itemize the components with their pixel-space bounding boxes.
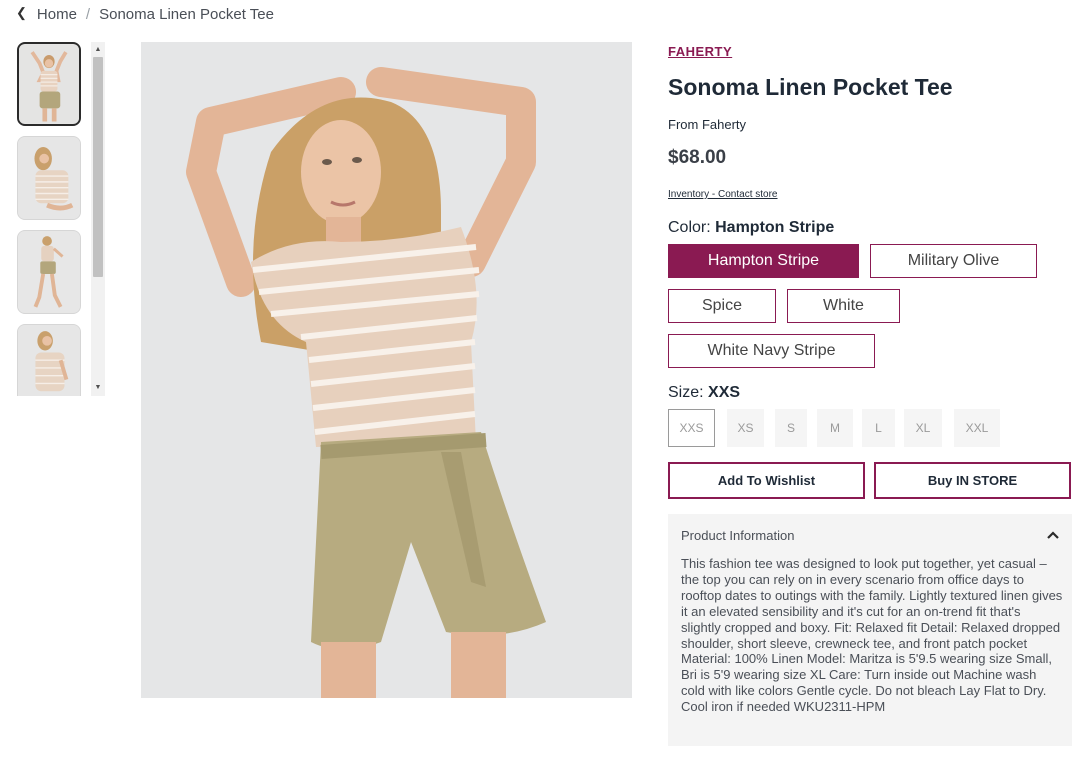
- add-to-wishlist-button[interactable]: Add To Wishlist: [668, 462, 865, 499]
- buy-in-store-button[interactable]: Buy IN STORE: [874, 462, 1071, 499]
- product-price: $68.00: [668, 147, 727, 168]
- thumbnail-list: [17, 42, 81, 396]
- size-label: Size: XXS: [668, 384, 740, 402]
- size-option-s[interactable]: S: [775, 409, 807, 447]
- breadcrumb-separator: /: [85, 5, 91, 23]
- thumbnail-image: [18, 137, 80, 219]
- thumbnail-3[interactable]: [17, 230, 81, 314]
- size-option-l[interactable]: L: [862, 409, 895, 447]
- brand-link[interactable]: FAHERTY: [668, 44, 732, 59]
- main-product-image: [141, 42, 632, 698]
- thumbnail-scrollbar[interactable]: ▲ ▼: [91, 42, 105, 396]
- color-label-prefix: Color:: [668, 219, 716, 236]
- vendor-text: From Faherty: [668, 117, 747, 132]
- thumbnail-1[interactable]: [17, 42, 81, 126]
- triangle-down-icon[interactable]: ▼: [91, 382, 105, 394]
- product-title: Sonoma Linen Pocket Tee: [668, 74, 953, 100]
- thumbnail-2[interactable]: [17, 136, 81, 220]
- size-option-xl[interactable]: XL: [904, 409, 942, 447]
- color-option-white[interactable]: White: [787, 289, 900, 323]
- thumbnail-image: [18, 231, 80, 313]
- breadcrumb-home-link[interactable]: Home: [37, 6, 77, 23]
- scrollbar-thumb[interactable]: [93, 57, 103, 277]
- color-option-spice[interactable]: Spice: [668, 289, 776, 323]
- accordion-heading[interactable]: Product Information: [681, 528, 794, 543]
- thumbnail-image: [19, 44, 79, 124]
- model-photo: [141, 42, 632, 698]
- color-option-hampton-stripe[interactable]: Hampton Stripe: [668, 244, 859, 278]
- size-option-m[interactable]: M: [817, 409, 853, 447]
- chevron-up-icon[interactable]: [1046, 528, 1060, 542]
- size-option-xxs[interactable]: XXS: [668, 409, 715, 447]
- product-information-accordion: Product Information This fashion tee was…: [668, 514, 1072, 746]
- color-option-military-olive[interactable]: Military Olive: [870, 244, 1037, 278]
- inventory-contact-link[interactable]: Inventory - Contact store: [668, 189, 778, 200]
- breadcrumb-current: Sonoma Linen Pocket Tee: [99, 5, 274, 23]
- product-description: This fashion tee was designed to look pu…: [681, 556, 1063, 715]
- selected-color: Hampton Stripe: [715, 219, 835, 236]
- size-option-xs[interactable]: XS: [727, 409, 764, 447]
- chevron-left-icon[interactable]: ❮: [16, 5, 27, 21]
- size-label-prefix: Size:: [668, 384, 709, 401]
- size-option-xxl[interactable]: XXL: [954, 409, 1000, 447]
- color-label: Color: Hampton Stripe: [668, 219, 834, 237]
- selected-size: XXS: [708, 384, 741, 401]
- breadcrumb: ❮ Home / Sonoma Linen Pocket Tee: [16, 4, 274, 24]
- color-option-white-navy-stripe[interactable]: White Navy Stripe: [668, 334, 875, 368]
- triangle-up-icon[interactable]: ▲: [91, 44, 105, 56]
- thumbnail-image: [18, 325, 80, 396]
- thumbnail-4[interactable]: [17, 324, 81, 396]
